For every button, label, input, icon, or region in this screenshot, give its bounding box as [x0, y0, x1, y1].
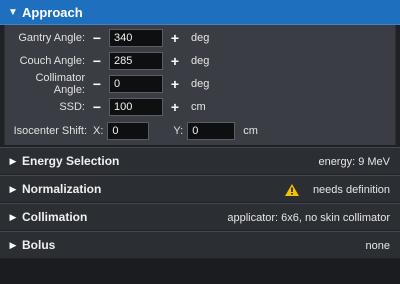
couch-decrement-button[interactable]: −: [85, 53, 109, 69]
collimation-status: applicator: 6x6, no skin collimator: [227, 211, 390, 224]
gantry-angle-unit: deg: [191, 32, 210, 44]
collimator-angle-input[interactable]: 0: [109, 75, 163, 93]
ssd-label: SSD:: [59, 101, 85, 113]
ssd-input[interactable]: 100: [109, 98, 163, 116]
warning-icon: [284, 183, 299, 196]
empty-area: [0, 259, 400, 284]
isocenter-shift-label: Isocenter Shift:: [13, 125, 87, 137]
isocenter-shift-row: Isocenter Shift: X: 0 Y: 0 cm: [5, 121, 397, 141]
bolus-section[interactable]: ▶ Bolus none: [0, 231, 400, 258]
couch-angle-row: Couch Angle: − 285 + deg: [5, 51, 397, 71]
couch-angle-input[interactable]: 285: [109, 52, 163, 70]
energy-selection-title: Energy Selection: [22, 154, 120, 168]
shift-y-input[interactable]: 0: [187, 122, 236, 140]
gantry-angle-label: Gantry Angle:: [18, 32, 85, 44]
approach-body: Gantry Angle: − 340 + deg Couch Angle: −…: [4, 25, 396, 145]
gantry-angle-input[interactable]: 340: [109, 29, 163, 47]
couch-angle-label: Couch Angle:: [19, 55, 85, 67]
approach-title: Approach: [22, 4, 83, 20]
energy-selection-section[interactable]: ▶ Energy Selection energy: 9 MeV: [0, 147, 400, 174]
shift-x-label: X:: [93, 125, 104, 137]
energy-status: energy: 9 MeV: [318, 155, 390, 168]
gantry-angle-row: Gantry Angle: − 340 + deg: [5, 28, 397, 48]
collimation-section[interactable]: ▶ Collimation applicator: 6x6, no skin c…: [0, 203, 400, 230]
collimation-title: Collimation: [22, 210, 88, 224]
gantry-decrement-button[interactable]: −: [85, 30, 109, 46]
collimator-angle-row: Collimator Angle: − 0 + deg: [5, 72, 397, 96]
approach-section-header[interactable]: ▼ Approach: [0, 0, 400, 25]
bolus-status: none: [365, 239, 390, 252]
couch-increment-button[interactable]: +: [163, 53, 187, 69]
gantry-increment-button[interactable]: +: [163, 30, 187, 46]
collimator-angle-label: Collimator Angle:: [35, 72, 85, 96]
normalization-status: needs definition: [284, 176, 390, 203]
planning-panel: ▼ Approach Gantry Angle: − 340 + deg Cou…: [0, 0, 400, 284]
caret-right-icon: ▶: [9, 155, 17, 166]
caret-down-icon: ▼: [8, 6, 18, 18]
caret-right-icon: ▶: [9, 183, 17, 194]
shift-unit: cm: [243, 125, 258, 137]
collimator-angle-unit: deg: [191, 78, 210, 90]
ssd-increment-button[interactable]: +: [163, 99, 187, 115]
shift-x-input[interactable]: 0: [107, 122, 150, 140]
collimator-increment-button[interactable]: +: [163, 76, 187, 92]
caret-right-icon: ▶: [9, 239, 17, 250]
caret-right-icon: ▶: [9, 211, 17, 222]
ssd-decrement-button[interactable]: −: [85, 99, 109, 115]
ssd-row: SSD: − 100 + cm: [5, 97, 397, 117]
bolus-title: Bolus: [22, 238, 56, 252]
ssd-unit: cm: [191, 101, 206, 113]
couch-angle-unit: deg: [191, 55, 210, 67]
normalization-section[interactable]: ▶ Normalization needs definition: [0, 175, 400, 202]
normalization-title: Normalization: [22, 182, 102, 196]
collimator-decrement-button[interactable]: −: [85, 76, 109, 92]
shift-y-label: Y:: [173, 125, 184, 137]
